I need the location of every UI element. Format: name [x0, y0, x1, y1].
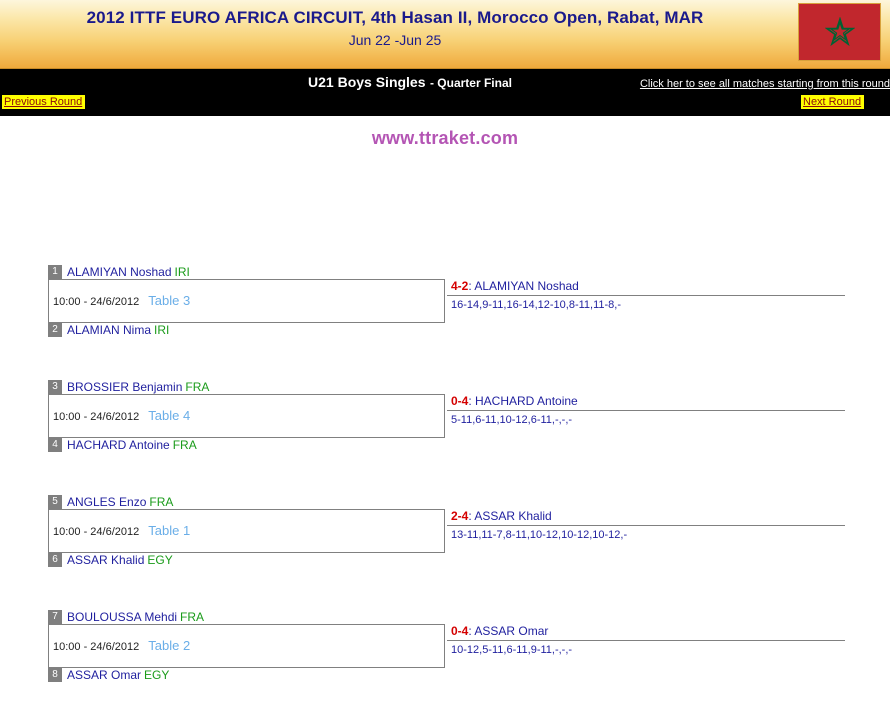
match-sets: 10-12,5-11,6-11,9-11,-,-,- — [451, 644, 573, 656]
round-navigation-bar: U21 Boys Singles - Quarter Final Click h… — [0, 69, 890, 116]
match-table: Table 3 — [148, 293, 191, 308]
match-time: 10:00 - 24/6/2012 — [53, 526, 140, 538]
match-result: 0-4: HACHARD Antoine 5-11,6-11,10-12,6-1… — [447, 392, 845, 429]
site-watermark: www.ttraket.com — [371, 128, 519, 148]
banner-text-block: 2012 ITTF EURO AFRICA CIRCUIT, 4th Hasan… — [0, 7, 890, 50]
tournament-title: 2012 ITTF EURO AFRICA CIRCUIT, 4th Hasan… — [86, 8, 704, 27]
seed-number: 6 — [48, 553, 62, 567]
player-country: IRI — [154, 323, 170, 337]
match-info: 10:00 - 24/6/2012 Table 1 — [53, 522, 190, 540]
winner-name: : ASSAR Khalid — [468, 509, 552, 523]
player-top: 5 ANGLES Enzo FRA — [48, 494, 173, 510]
match-row: 5 ANGLES Enzo FRA 10:00 - 24/6/2012 Table 1… — [0, 494, 890, 594]
match-sets: 16-14,9-11,16-14,12-10,8-11,11-8,- — [451, 299, 622, 311]
seed-number: 8 — [48, 668, 62, 682]
seed-number: 2 — [48, 323, 62, 337]
player-name: BROSSIER Benjamin — [67, 380, 183, 394]
player-bottom: 2 ALAMIAN Nima IRI — [48, 322, 169, 338]
all-matches-link[interactable]: Click her to see all matches starting fr… — [640, 78, 890, 90]
player-top: 7 BOULOUSSA Mehdi FRA — [48, 609, 204, 625]
bracket-joiner — [444, 509, 445, 553]
player-name: ALAMIAN Nima — [67, 323, 152, 337]
player-bottom: 4 HACHARD Antoine FRA — [48, 437, 197, 453]
player-country: FRA — [172, 438, 197, 452]
player-bottom: 6 ASSAR Khalid EGY — [48, 552, 173, 568]
match-time: 10:00 - 24/6/2012 — [53, 641, 140, 653]
match-table: Table 2 — [148, 638, 191, 653]
player-top: 1 ALAMIYAN Noshad IRI — [48, 264, 190, 280]
winner-name: : ASSAR Omar — [468, 624, 549, 638]
tournament-banner: 2012 ITTF EURO AFRICA CIRCUIT, 4th Hasan… — [0, 0, 890, 69]
match-info: 10:00 - 24/6/2012 Table 4 — [53, 407, 190, 425]
match-connector: 10:00 - 24/6/2012 Table 2 — [48, 624, 444, 668]
match-connector: 10:00 - 24/6/2012 Table 4 — [48, 394, 444, 438]
match-time: 10:00 - 24/6/2012 — [53, 411, 140, 423]
player-name: HACHARD Antoine — [67, 438, 170, 452]
seed-number: 3 — [48, 380, 62, 394]
match-score: 2-4 — [451, 509, 469, 523]
result-winner-line: 4-2: ALAMIYAN Noshad — [447, 277, 845, 296]
match-score: 0-4 — [451, 624, 469, 638]
seed-number: 4 — [48, 438, 62, 452]
match-info: 10:00 - 24/6/2012 Table 2 — [53, 637, 190, 655]
match-result: 0-4: ASSAR Omar 10-12,5-11,6-11,9-11,-,-… — [447, 622, 845, 659]
match-score: 0-4 — [451, 394, 469, 408]
result-winner-line: 2-4: ASSAR Khalid — [447, 507, 845, 526]
player-name: ALAMIYAN Noshad — [67, 265, 172, 279]
match-connector: 10:00 - 24/6/2012 Table 3 — [48, 279, 444, 323]
round-name-label: - Quarter Final — [429, 76, 512, 90]
match-result: 2-4: ASSAR Khalid 13-11,11-7,8-11,10-12,… — [447, 507, 845, 544]
result-winner-line: 0-4: HACHARD Antoine — [447, 392, 845, 411]
player-country: IRI — [174, 265, 190, 279]
match-sets: 13-11,11-7,8-11,10-12,10-12,10-12,- — [451, 529, 628, 541]
player-country: FRA — [185, 380, 210, 394]
player-top: 3 BROSSIER Benjamin FRA — [48, 379, 209, 395]
player-name: ASSAR Khalid — [67, 553, 145, 567]
player-name: ANGLES Enzo — [67, 495, 147, 509]
seed-number: 7 — [48, 610, 62, 624]
result-winner-line: 0-4: ASSAR Omar — [447, 622, 845, 641]
player-country: FRA — [180, 610, 205, 624]
winner-name: : ALAMIYAN Noshad — [468, 279, 579, 293]
previous-round-link[interactable]: Previous Round — [2, 95, 86, 109]
match-row: 7 BOULOUSSA Mehdi FRA 10:00 - 24/6/2012 Tab… — [0, 609, 890, 709]
match-table: Table 1 — [148, 523, 191, 538]
match-score: 4-2 — [451, 279, 469, 293]
match-info: 10:00 - 24/6/2012 Table 3 — [53, 292, 190, 310]
match-connector: 10:00 - 24/6/2012 Table 1 — [48, 509, 444, 553]
bracket-joiner — [444, 279, 445, 323]
winner-name: : HACHARD Antoine — [468, 394, 578, 408]
match-row: 1 ALAMIYAN Noshad IRI 10:00 - 24/6/2012 Tab… — [0, 264, 890, 364]
player-bottom: 8 ASSAR Omar EGY — [48, 667, 169, 683]
pentagram-star-icon — [824, 17, 855, 47]
player-country: EGY — [144, 668, 170, 682]
next-round-link[interactable]: Next Round — [801, 95, 865, 109]
event-category-label: U21 Boys Singles — [308, 74, 426, 90]
match-time: 10:00 - 24/6/2012 — [53, 296, 140, 308]
match-result: 4-2: ALAMIYAN Noshad 16-14,9-11,16-14,12… — [447, 277, 845, 314]
tournament-dates: Jun 22 -Jun 25 — [348, 32, 442, 48]
player-name: ASSAR Omar — [67, 668, 142, 682]
match-sets: 5-11,6-11,10-12,6-11,-,-,- — [451, 414, 573, 426]
match-table: Table 4 — [148, 408, 191, 423]
player-name: BOULOUSSA Mehdi — [67, 610, 178, 624]
seed-number: 5 — [48, 495, 62, 509]
player-country: FRA — [149, 495, 174, 509]
match-row: 3 BROSSIER Benjamin FRA 10:00 - 24/6/2012 T… — [0, 379, 890, 479]
bracket-joiner — [444, 624, 445, 668]
morocco-flag-icon — [798, 3, 881, 61]
player-country: EGY — [147, 553, 173, 567]
seed-number: 1 — [48, 265, 62, 279]
bracket-joiner — [444, 394, 445, 438]
